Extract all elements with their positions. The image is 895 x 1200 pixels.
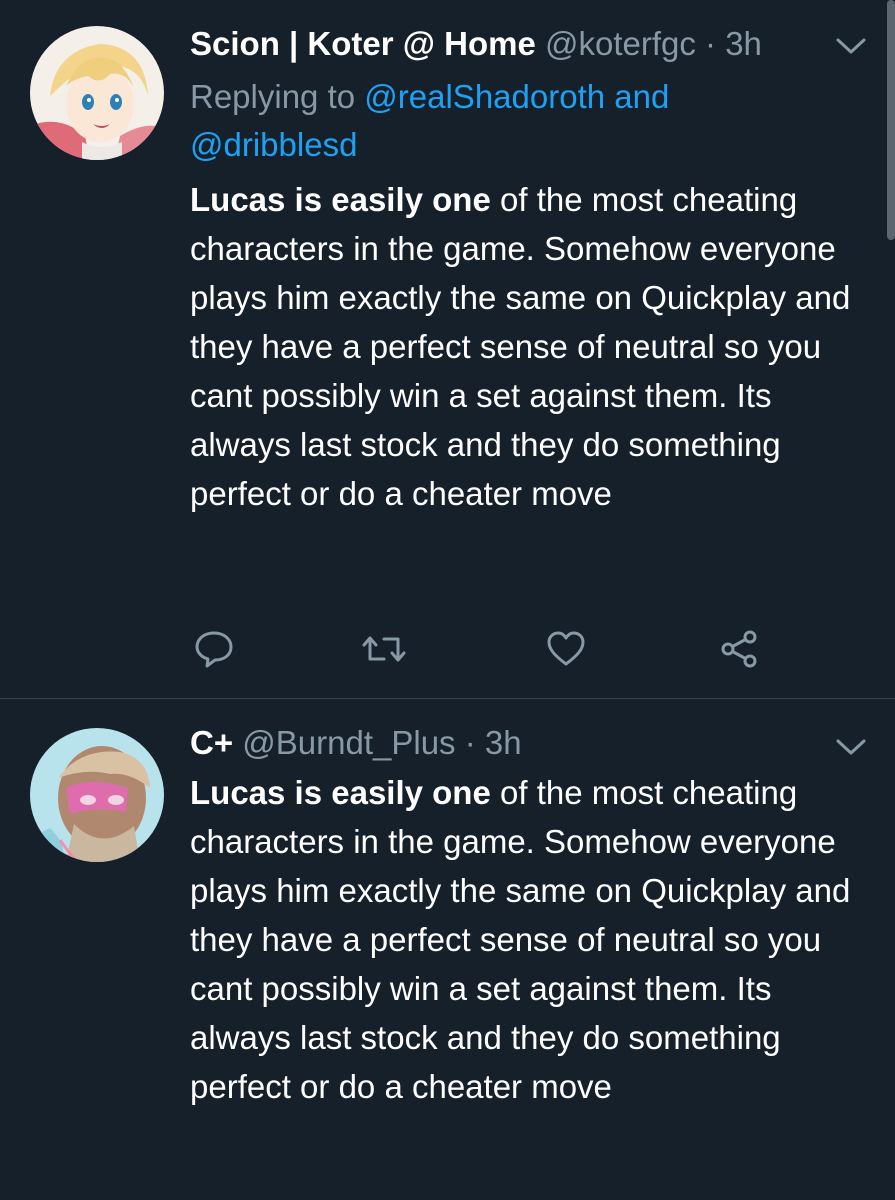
retweet-icon	[362, 636, 406, 662]
like-button[interactable]	[542, 625, 590, 673]
timestamp[interactable]: 3h	[725, 25, 762, 62]
separator-dot: ·	[464, 724, 476, 761]
display-name[interactable]: Scion | Koter @ Home	[190, 25, 536, 62]
user-handle[interactable]: @Burndt_Plus	[242, 724, 455, 761]
avatar[interactable]	[30, 728, 164, 862]
chevron-down-icon[interactable]	[834, 737, 868, 757]
mention-link[interactable]: @realShadoroth	[364, 78, 605, 115]
tweet[interactable]: C+ @Burndt_Plus · 3h Lucas is easily one…	[0, 699, 895, 1200]
separator-dot: ·	[705, 25, 717, 62]
reply-icon	[195, 631, 233, 668]
tweet-header: C+ @Burndt_Plus · 3h	[190, 723, 522, 763]
tweet-header: Scion | Koter @ Home @koterfgc · 3h	[190, 24, 762, 64]
timestamp[interactable]: 3h	[485, 724, 522, 761]
reply-button[interactable]	[190, 625, 238, 673]
tweet-text-bold: Lucas is easily one	[190, 181, 491, 218]
tweet-text-bold: Lucas is easily one	[190, 774, 491, 811]
replying-to: Replying to @realShadoroth and @dribbles…	[190, 73, 810, 169]
tweet-text: Lucas is easily one of the most cheating…	[190, 175, 880, 518]
mention-conjunction[interactable]: and	[614, 78, 669, 115]
share-icon	[721, 630, 757, 668]
scrollbar[interactable]	[887, 0, 895, 240]
mention-link[interactable]: @dribblesd	[190, 126, 357, 163]
chevron-down-icon[interactable]	[834, 36, 868, 56]
share-button[interactable]	[715, 625, 763, 673]
tweet[interactable]: Scion | Koter @ Home @koterfgc · 3h Repl…	[0, 0, 895, 698]
tweet-text-rest: of the most cheating characters in the g…	[190, 774, 851, 1105]
photo-avatar-icon	[30, 728, 164, 862]
replying-to-label: Replying to	[190, 78, 356, 115]
tweet-text: Lucas is easily one of the most cheating…	[190, 768, 880, 1111]
retweet-button[interactable]	[360, 625, 408, 673]
heart-icon	[547, 631, 585, 666]
anime-avatar-icon	[30, 26, 164, 160]
tweet-actions	[190, 625, 790, 675]
display-name[interactable]: C+	[190, 724, 233, 761]
tweet-text-rest: of the most cheating characters in the g…	[190, 181, 851, 512]
user-handle[interactable]: @koterfgc	[545, 25, 696, 62]
avatar[interactable]	[30, 26, 164, 160]
